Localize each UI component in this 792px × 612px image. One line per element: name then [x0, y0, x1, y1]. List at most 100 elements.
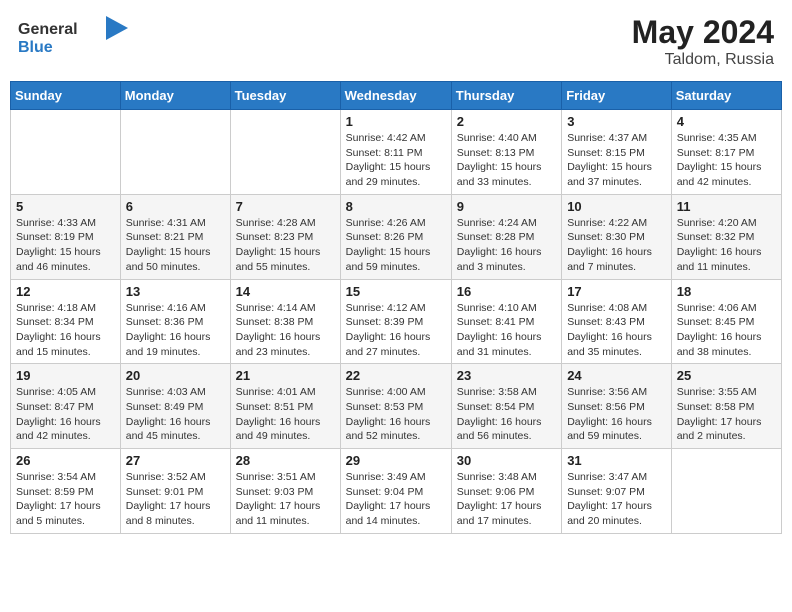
- weekday-header: Tuesday: [230, 82, 340, 110]
- calendar-cell: 11 Sunrise: 4:20 AMSunset: 8:32 PMDayligh…: [671, 194, 781, 279]
- calendar-cell: 2Sunrise: 4:40 AMSunset: 8:13 PMDaylight…: [451, 110, 561, 195]
- weekday-header: Friday: [562, 82, 672, 110]
- calendar-cell: 18 Sunrise: 4:06 AMSunset: 8:45 PMDayligh…: [671, 279, 781, 364]
- day-number: 9: [457, 199, 556, 214]
- calendar-cell: 22Sunrise: 4:00 AMSunset: 8:53 PMDayligh…: [340, 364, 451, 449]
- day-number: 16: [457, 284, 556, 299]
- calendar-cell: 12 Sunrise: 4:18 AMSunset: 8:34 PMDayligh…: [11, 279, 121, 364]
- calendar-week-row: 5Sunrise: 4:33 AMSunset: 8:19 PMDaylight…: [11, 194, 782, 279]
- logo: General Blue: [18, 14, 128, 58]
- weekday-header: Saturday: [671, 82, 781, 110]
- day-number: 14: [236, 284, 335, 299]
- svg-text:Blue: Blue: [18, 39, 53, 56]
- calendar-cell: 25Sunrise: 3:55 AMSunset: 8:58 PMDayligh…: [671, 364, 781, 449]
- day-info: Sunrise: 4:24 AMSunset: 8:28 PMDaylight:…: [457, 216, 556, 275]
- day-number: 21: [236, 368, 335, 383]
- day-number: 29: [346, 453, 446, 468]
- calendar-cell: 20Sunrise: 4:03 AMSunset: 8:49 PMDayligh…: [120, 364, 230, 449]
- day-info: Sunrise: 3:56 AMSunset: 8:56 PMDaylight:…: [567, 385, 666, 444]
- page-header: General Blue May 2024 Taldom, Russia: [10, 10, 782, 73]
- calendar-cell: [671, 449, 781, 534]
- day-number: 12: [16, 284, 115, 299]
- title-block: May 2024 Taldom, Russia: [632, 14, 774, 69]
- day-info: Sunrise: 4:06 AMSunset: 8:45 PMDaylight:…: [677, 301, 776, 360]
- day-number: 13: [126, 284, 225, 299]
- calendar-cell: 10 Sunrise: 4:22 AMSunset: 8:30 PMDayligh…: [562, 194, 672, 279]
- day-info: Sunrise: 4:35 AMSunset: 8:17 PMDaylight:…: [677, 131, 776, 190]
- day-info: Sunrise: 3:51 AMSunset: 9:03 PMDaylight:…: [236, 470, 335, 529]
- day-number: 31: [567, 453, 666, 468]
- day-number: 17: [567, 284, 666, 299]
- calendar-cell: 1 Sunrise: 4:42 AMSunset: 8:11 PMDaylight…: [340, 110, 451, 195]
- day-number: 15: [346, 284, 446, 299]
- day-number: 8: [346, 199, 446, 214]
- day-number: 28: [236, 453, 335, 468]
- weekday-header-row: SundayMondayTuesdayWednesdayThursdayFrid…: [11, 82, 782, 110]
- day-number: 18: [677, 284, 776, 299]
- day-info: Sunrise: 4:22 AMSunset: 8:30 PMDaylight:…: [567, 216, 666, 275]
- day-info: Sunrise: 4:40 AMSunset: 8:13 PMDaylight:…: [457, 131, 556, 190]
- month-year: May 2024: [632, 14, 774, 51]
- day-info: Sunrise: 4:31 AMSunset: 8:21 PMDaylight:…: [126, 216, 225, 275]
- day-info: Sunrise: 4:08 AMSunset: 8:43 PMDaylight:…: [567, 301, 666, 360]
- calendar-cell: 31 Sunrise: 3:47 AMSunset: 9:07 PMDayligh…: [562, 449, 672, 534]
- weekday-header: Wednesday: [340, 82, 451, 110]
- calendar-cell: 23Sunrise: 3:58 AMSunset: 8:54 PMDayligh…: [451, 364, 561, 449]
- calendar-table: SundayMondayTuesdayWednesdayThursdayFrid…: [10, 81, 782, 534]
- day-number: 26: [16, 453, 115, 468]
- day-info: Sunrise: 4:12 AMSunset: 8:39 PMDaylight:…: [346, 301, 446, 360]
- logo-svg: General Blue: [18, 14, 128, 58]
- location: Taldom, Russia: [632, 51, 774, 69]
- day-number: 6: [126, 199, 225, 214]
- calendar-cell: 28 Sunrise: 3:51 AMSunset: 9:03 PMDayligh…: [230, 449, 340, 534]
- day-number: 24: [567, 368, 666, 383]
- day-info: Sunrise: 3:48 AMSunset: 9:06 PMDaylight:…: [457, 470, 556, 529]
- day-info: Sunrise: 4:14 AMSunset: 8:38 PMDaylight:…: [236, 301, 335, 360]
- day-info: Sunrise: 4:42 AMSunset: 8:11 PMDaylight:…: [346, 131, 446, 190]
- calendar-cell: [11, 110, 121, 195]
- calendar-cell: 15 Sunrise: 4:12 AMSunset: 8:39 PMDayligh…: [340, 279, 451, 364]
- day-info: Sunrise: 4:26 AMSunset: 8:26 PMDaylight:…: [346, 216, 446, 275]
- day-info: Sunrise: 3:52 AMSunset: 9:01 PMDaylight:…: [126, 470, 225, 529]
- day-number: 5: [16, 199, 115, 214]
- day-number: 20: [126, 368, 225, 383]
- calendar-cell: 7 Sunrise: 4:28 AMSunset: 8:23 PMDaylight…: [230, 194, 340, 279]
- day-number: 30: [457, 453, 556, 468]
- day-info: Sunrise: 3:55 AMSunset: 8:58 PMDaylight:…: [677, 385, 776, 444]
- day-info: Sunrise: 4:01 AMSunset: 8:51 PMDaylight:…: [236, 385, 335, 444]
- calendar-cell: 30 Sunrise: 3:48 AMSunset: 9:06 PMDayligh…: [451, 449, 561, 534]
- day-number: 3: [567, 114, 666, 129]
- calendar-cell: 14 Sunrise: 4:14 AMSunset: 8:38 PMDayligh…: [230, 279, 340, 364]
- calendar-week-row: 19Sunrise: 4:05 AMSunset: 8:47 PMDayligh…: [11, 364, 782, 449]
- calendar-week-row: 26 Sunrise: 3:54 AMSunset: 8:59 PMDayligh…: [11, 449, 782, 534]
- day-number: 27: [126, 453, 225, 468]
- day-info: Sunrise: 4:20 AMSunset: 8:32 PMDaylight:…: [677, 216, 776, 275]
- calendar-cell: 29 Sunrise: 3:49 AMSunset: 9:04 PMDayligh…: [340, 449, 451, 534]
- day-number: 1: [346, 114, 446, 129]
- calendar-cell: [120, 110, 230, 195]
- calendar-cell: 8 Sunrise: 4:26 AMSunset: 8:26 PMDaylight…: [340, 194, 451, 279]
- day-info: Sunrise: 4:05 AMSunset: 8:47 PMDaylight:…: [16, 385, 115, 444]
- calendar-cell: 27 Sunrise: 3:52 AMSunset: 9:01 PMDayligh…: [120, 449, 230, 534]
- calendar-cell: 26 Sunrise: 3:54 AMSunset: 8:59 PMDayligh…: [11, 449, 121, 534]
- day-number: 7: [236, 199, 335, 214]
- weekday-header: Thursday: [451, 82, 561, 110]
- calendar-cell: 6 Sunrise: 4:31 AMSunset: 8:21 PMDaylight…: [120, 194, 230, 279]
- calendar-cell: 3 Sunrise: 4:37 AMSunset: 8:15 PMDaylight…: [562, 110, 672, 195]
- day-number: 10: [567, 199, 666, 214]
- day-info: Sunrise: 4:37 AMSunset: 8:15 PMDaylight:…: [567, 131, 666, 190]
- weekday-header: Sunday: [11, 82, 121, 110]
- calendar-cell: 19Sunrise: 4:05 AMSunset: 8:47 PMDayligh…: [11, 364, 121, 449]
- calendar-cell: 13Sunrise: 4:16 AMSunset: 8:36 PMDayligh…: [120, 279, 230, 364]
- calendar-week-row: 1 Sunrise: 4:42 AMSunset: 8:11 PMDaylight…: [11, 110, 782, 195]
- day-info: Sunrise: 3:47 AMSunset: 9:07 PMDaylight:…: [567, 470, 666, 529]
- day-info: Sunrise: 3:49 AMSunset: 9:04 PMDaylight:…: [346, 470, 446, 529]
- day-number: 4: [677, 114, 776, 129]
- day-number: 23: [457, 368, 556, 383]
- day-info: Sunrise: 3:54 AMSunset: 8:59 PMDaylight:…: [16, 470, 115, 529]
- day-info: Sunrise: 4:00 AMSunset: 8:53 PMDaylight:…: [346, 385, 446, 444]
- day-info: Sunrise: 4:28 AMSunset: 8:23 PMDaylight:…: [236, 216, 335, 275]
- day-info: Sunrise: 4:18 AMSunset: 8:34 PMDaylight:…: [16, 301, 115, 360]
- day-info: Sunrise: 4:10 AMSunset: 8:41 PMDaylight:…: [457, 301, 556, 360]
- day-number: 11: [677, 199, 776, 214]
